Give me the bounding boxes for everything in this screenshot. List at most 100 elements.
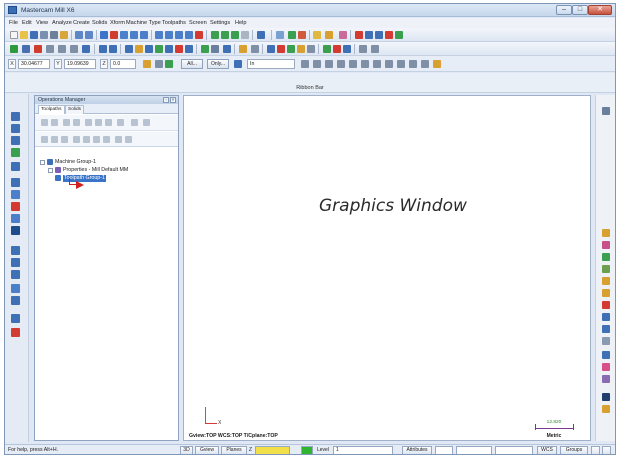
line-icon[interactable]	[22, 45, 30, 53]
verify-icon[interactable]	[288, 31, 296, 39]
expand-icon[interactable]	[48, 168, 53, 173]
arc-tool-icon[interactable]	[11, 136, 20, 145]
toolpath-thread-icon[interactable]	[602, 301, 610, 309]
grid-icon[interactable]	[11, 314, 20, 323]
surface-finish-icon[interactable]	[323, 45, 331, 53]
backplot-icon[interactable]	[298, 31, 306, 39]
groups-button[interactable]: Groups	[560, 446, 588, 454]
selection-mode-dropdown[interactable]: In	[247, 59, 295, 69]
autocursor-settings-icon[interactable]	[165, 60, 173, 68]
toolpath-transform-icon[interactable]	[602, 363, 610, 371]
drill-icon[interactable]	[287, 45, 295, 53]
line-style-dropdown[interactable]	[456, 446, 492, 454]
facing-icon[interactable]	[297, 45, 305, 53]
shading-hidden-icon[interactable]	[221, 31, 229, 39]
toolpath-circle-icon[interactable]	[602, 277, 610, 285]
autocursor-icon[interactable]	[155, 60, 163, 68]
solid-select-icon[interactable]	[373, 60, 381, 68]
color-swatch[interactable]	[301, 446, 313, 454]
control-def-icon[interactable]	[375, 31, 383, 39]
xform-rotate-icon[interactable]	[165, 45, 173, 53]
attributes-button[interactable]: Attributes	[402, 446, 432, 454]
line-width-dropdown[interactable]	[495, 446, 533, 454]
xform-translate-icon[interactable]	[145, 45, 153, 53]
insert-arrow-icon[interactable]	[93, 136, 100, 143]
toolpath-drill-icon[interactable]	[602, 253, 610, 261]
regen-selected-icon[interactable]	[63, 119, 70, 126]
wireframe-toolpath-icon[interactable]	[343, 45, 351, 53]
lock-icon[interactable]	[41, 136, 48, 143]
mru-icon[interactable]	[602, 107, 610, 115]
spline-icon[interactable]	[70, 45, 78, 53]
solid-extrude-icon[interactable]	[11, 190, 20, 199]
select-all-button[interactable]: All...	[181, 59, 203, 69]
toggle-display-icon[interactable]	[51, 136, 58, 143]
xform-offset-icon[interactable]	[185, 45, 193, 53]
menu-toolpaths[interactable]: Toolpaths	[162, 20, 186, 26]
face-select-icon[interactable]	[385, 60, 393, 68]
regen-icon[interactable]	[11, 148, 20, 157]
close-button[interactable]: ✕	[588, 5, 612, 15]
minimize-button[interactable]: –	[556, 5, 572, 15]
solids-icon[interactable]	[355, 31, 363, 39]
shading-shaded-icon[interactable]	[231, 31, 239, 39]
view-cube-icon[interactable]	[11, 178, 20, 187]
view-options-icon[interactable]	[257, 31, 265, 39]
menu-edit[interactable]: Edit	[22, 20, 32, 26]
scroll-to-icon[interactable]	[103, 136, 110, 143]
side-view-icon[interactable]	[195, 31, 203, 39]
menu-analyze[interactable]: Analyze	[52, 20, 72, 26]
simulate-ops-icon[interactable]	[105, 119, 112, 126]
solid-loft-icon[interactable]	[11, 226, 20, 235]
pin-button[interactable]: ‑	[163, 97, 169, 103]
menu-solids[interactable]: Solids	[92, 20, 107, 26]
stock-setup-icon[interactable]	[359, 45, 367, 53]
toolpath-slot-icon[interactable]	[602, 289, 610, 297]
single-select-icon[interactable]	[337, 60, 345, 68]
machine-group-icon[interactable]	[11, 112, 20, 121]
toolpath-group-icon[interactable]	[11, 124, 20, 133]
planes-icon[interactable]	[11, 246, 20, 255]
select-icon[interactable]	[276, 31, 284, 39]
edit-tool-icon[interactable]	[313, 31, 321, 39]
run-icon[interactable]	[395, 31, 403, 39]
help-status-button[interactable]	[591, 446, 600, 454]
new-file-icon[interactable]	[10, 31, 18, 39]
unzoom-icon[interactable]	[140, 31, 148, 39]
move-down-icon[interactable]	[73, 136, 80, 143]
polygon-select-icon[interactable]	[361, 60, 369, 68]
circle-icon[interactable]	[34, 45, 42, 53]
edge-select-icon[interactable]	[409, 60, 417, 68]
body-select-icon[interactable]	[397, 60, 405, 68]
toolpath-engrave-icon[interactable]	[602, 313, 610, 321]
z-coordinate-field[interactable]: 0.0	[110, 59, 136, 69]
open-file-icon[interactable]	[20, 31, 28, 39]
point-icon[interactable]	[10, 45, 18, 53]
window-select-icon[interactable]	[313, 60, 321, 68]
menu-help[interactable]: Help	[235, 20, 247, 26]
trim-icon[interactable]	[99, 45, 107, 53]
front-view-icon[interactable]	[185, 31, 193, 39]
selection-mode-icon[interactable]	[234, 60, 242, 68]
menu-machine-type[interactable]: Machine Type	[126, 20, 161, 26]
zoom-target-icon[interactable]	[130, 31, 138, 39]
toolpath-multi-icon[interactable]	[602, 351, 610, 359]
maximize-button[interactable]: □	[572, 5, 588, 15]
zoom-window-icon[interactable]	[120, 31, 128, 39]
select-all-ops-icon[interactable]	[41, 119, 48, 126]
snap-icon[interactable]	[11, 328, 20, 337]
loop-select-icon[interactable]	[421, 60, 429, 68]
measure-icon[interactable]	[211, 45, 219, 53]
views-icon[interactable]	[11, 270, 20, 279]
menu-file[interactable]: File	[9, 20, 18, 26]
graphics-window[interactable]: Graphics Window X Gview:TOP WCS:TOP T/Cp…	[183, 95, 591, 441]
select-dirty-ops-icon[interactable]	[51, 119, 58, 126]
arc-icon[interactable]	[58, 45, 66, 53]
dimension-icon[interactable]	[239, 45, 247, 53]
toolpath-pocket-icon[interactable]	[602, 241, 610, 249]
fast-point-icon[interactable]	[143, 60, 151, 68]
shading-wireframe-icon[interactable]	[211, 31, 219, 39]
toggle-posting-icon[interactable]	[61, 136, 68, 143]
repaint-icon[interactable]	[110, 31, 118, 39]
lathe-icon[interactable]	[371, 45, 379, 53]
